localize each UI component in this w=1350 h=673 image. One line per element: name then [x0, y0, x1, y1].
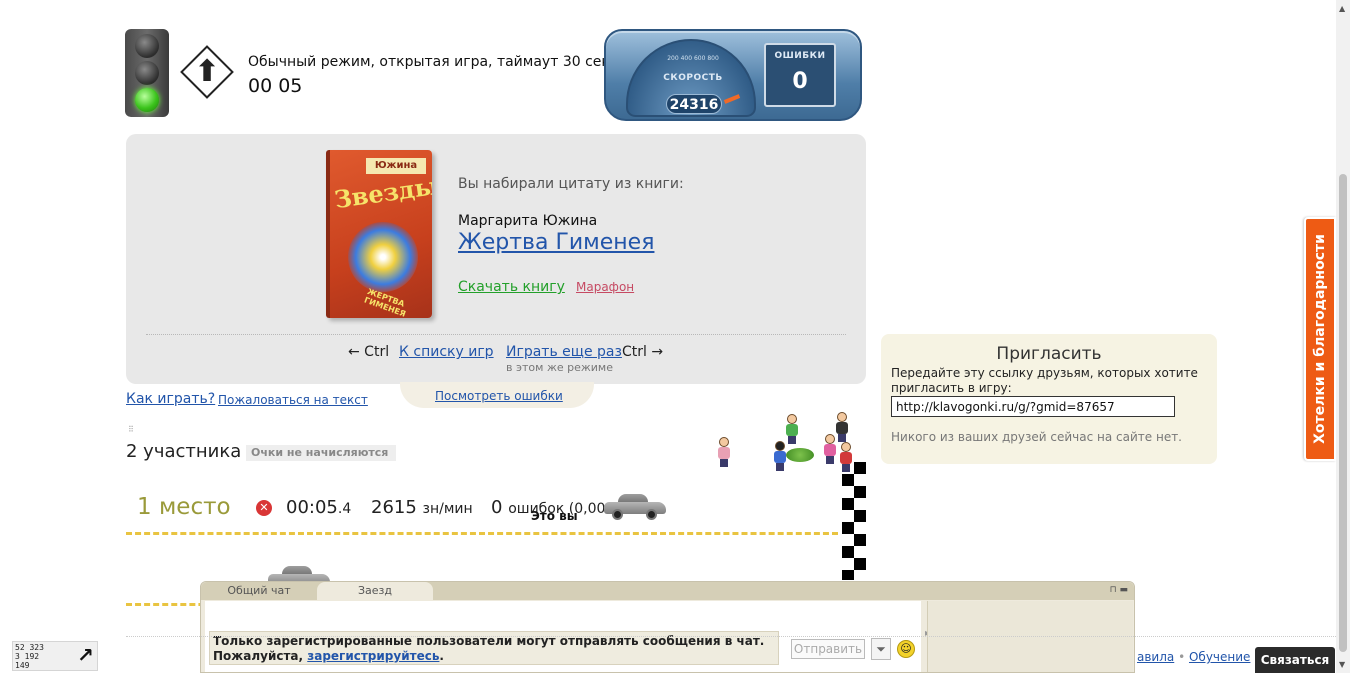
register-link[interactable]: зарегистрируйтесь [307, 649, 439, 663]
its-you-label: Это вы [531, 509, 578, 523]
race-speed-value: 2615 [371, 497, 417, 518]
book-author: Маргарита Южина [458, 213, 598, 229]
race-speed-unit: зн/мин [422, 501, 473, 517]
spectator-icon [784, 414, 798, 444]
spectator-icon [716, 437, 730, 467]
speed-gauge: 200 400 600 800 СКОРОСТЬ 24316 [626, 39, 756, 117]
scroll-up-icon[interactable]: ▲ [1339, 4, 1345, 13]
chat-window-buttons[interactable]: ⊓ ▬ [1110, 585, 1128, 595]
chat-send-button[interactable]: Отправить [791, 639, 865, 659]
cover-subtitle: ЖЕРТВА ГИМЕНЕЯ [362, 286, 407, 318]
errors-label: ОШИБКИ [774, 51, 826, 61]
view-errors-link[interactable]: Посмотреть ошибки [435, 389, 563, 403]
invite-url-field[interactable] [891, 396, 1175, 417]
play-again-link[interactable]: Играть еще раз [506, 344, 622, 360]
chat-tab-bar: Общий чат Заезд ⊓ ▬ [201, 582, 1134, 600]
race-errors-value: 0 [491, 497, 503, 518]
race-time: 00:05.4 [286, 497, 351, 518]
counter-line: 52 323 [15, 643, 44, 652]
gauge-needle-icon [723, 94, 741, 104]
scrollbar-thumb[interactable] [1339, 174, 1347, 652]
traffic-light-icon [125, 29, 169, 117]
next-shortcut-hint: Ctrl → [622, 344, 664, 360]
invite-note: Никого из ваших друзей сейчас на сайте н… [891, 430, 1182, 444]
contact-button[interactable]: Связаться [1255, 647, 1335, 673]
book-cover-image[interactable]: Южина Звезды ЖЕРТВА ГИМЕНЕЯ [326, 150, 432, 318]
footer-separator: • [1178, 650, 1186, 664]
counter-values: 52 323 3 192 149 [15, 643, 44, 670]
cover-author: Южина [366, 158, 426, 174]
filter-icon[interactable]: ⏷ [871, 638, 891, 660]
cover-art [348, 222, 418, 292]
gauge-ticks: 200 400 600 800 [667, 55, 719, 62]
tab-race-chat[interactable]: Заезд [317, 582, 433, 600]
race-time-fraction: .4 [337, 501, 352, 517]
footer-links: авила • Обучение [1137, 650, 1250, 664]
divider [146, 334, 846, 335]
race-time-main: 00:05 [286, 497, 338, 518]
traffic-lamp-red [135, 34, 159, 58]
play-again-subtitle: в этом же режиме [506, 361, 613, 374]
smiley-icon[interactable]: ☺ [897, 640, 915, 658]
counter-line: 3 192 [15, 652, 40, 661]
book-title-link[interactable]: Жертва Гименея [458, 230, 654, 255]
speedometer-panel: 200 400 600 800 СКОРОСТЬ 24316 ОШИБКИ 0 [604, 29, 862, 121]
traffic-lamp-yellow [135, 61, 159, 85]
cover-title: Звезды [332, 170, 432, 215]
footer-divider [126, 636, 1336, 637]
game-timer: 00 05 [248, 75, 303, 97]
arrow-up-icon: ⬆ [194, 54, 220, 89]
complain-text-link[interactable]: Пожаловаться на текст [218, 393, 368, 407]
error-x-icon: ✕ [256, 500, 272, 516]
arrow-up-right-icon: ↗ [77, 643, 94, 667]
errors-value: 0 [792, 69, 808, 94]
training-link[interactable]: Обучение [1189, 650, 1250, 664]
chat-panel: Общий чат Заезд ⊓ ▬ Только зарегистриров… [200, 581, 1135, 673]
spectator-icon [772, 441, 786, 471]
errors-counter: ОШИБКИ 0 [764, 43, 836, 107]
how-to-play-link[interactable]: Как играть? [126, 391, 215, 407]
participants-count: 2 участника [126, 441, 242, 462]
invite-title: Пригласить [996, 344, 1102, 364]
traffic-lamp-green [135, 88, 159, 112]
book-heading: Вы набирали цитату из книги: [458, 176, 684, 192]
no-points-badge: Очки не начисляются [246, 445, 396, 461]
chat-notice-end: . [439, 649, 444, 663]
visit-counter[interactable]: 52 323 3 192 149 ↗ [12, 641, 98, 671]
prev-shortcut-hint: ← Ctrl [348, 344, 390, 360]
download-book-link[interactable]: Скачать книгу [458, 279, 565, 295]
bush-icon [786, 448, 814, 462]
race-place: 1 место [137, 494, 231, 520]
invite-panel: Пригласить Передайте эту ссылку друзьям,… [881, 334, 1217, 464]
feedback-tab-label: Хотелки и благодарности [1312, 234, 1328, 444]
speed-label: СКОРОСТЬ [663, 73, 723, 83]
speed-value: 24316 [666, 94, 722, 114]
page-scrollbar[interactable]: ▲ ▼ [1336, 0, 1350, 673]
feedback-side-tab[interactable]: Хотелки и благодарности [1304, 217, 1336, 461]
spectator-icon [838, 442, 852, 472]
spectator-icon [834, 412, 848, 442]
lane-divider [126, 532, 838, 535]
chat-notice-text: Только зарегистрированные пользователи м… [213, 634, 765, 663]
invite-description: Передайте эту ссылку друзьям, которых хо… [891, 366, 1198, 395]
tab-general-chat[interactable]: Общий чат [201, 582, 317, 600]
finish-line-icon [842, 462, 866, 580]
book-info-panel: Южина Звезды ЖЕРТВА ГИМЕНЕЯ Вы набирали … [126, 134, 866, 384]
game-list-link[interactable]: К списку игр [399, 344, 494, 360]
drag-handle-icon: ⠿ [128, 425, 134, 434]
game-mode-text: Обычный режим, открытая игра, таймаут 30… [248, 54, 610, 70]
player-car-icon [604, 494, 666, 520]
race-speed: 2615 зн/мин [371, 497, 473, 518]
scroll-down-icon[interactable]: ▼ [1339, 660, 1345, 669]
rules-link[interactable]: авила [1137, 650, 1174, 664]
counter-line: 149 [15, 661, 30, 670]
marathon-link[interactable]: Марафон [576, 280, 634, 294]
